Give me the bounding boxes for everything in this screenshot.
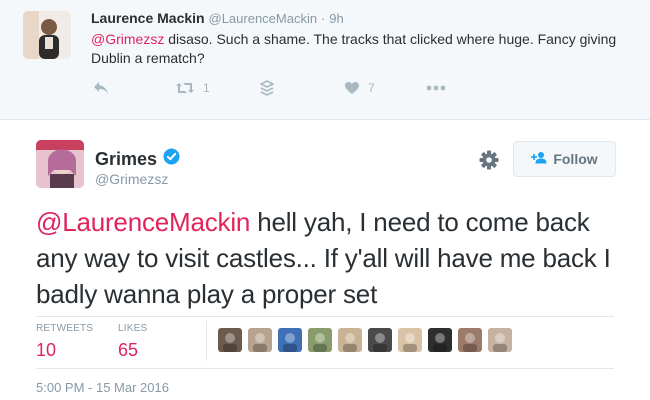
tweet-text: @LaurenceMackin hell yah, I need to come… bbox=[36, 204, 626, 312]
likes-value: 65 bbox=[118, 340, 139, 360]
liker-avatar[interactable] bbox=[278, 328, 302, 352]
liker-avatar[interactable] bbox=[248, 328, 272, 352]
liker-avatar[interactable] bbox=[488, 328, 512, 352]
parent-tweet: Laurence Mackin @LaurenceMackin · 9h @Gr… bbox=[0, 0, 650, 120]
liker-avatar[interactable] bbox=[338, 328, 362, 352]
like-count: 7 bbox=[368, 81, 375, 95]
parent-tweet-text: @Grimezsz disaso. Such a shame. The trac… bbox=[91, 30, 621, 68]
divider bbox=[36, 368, 614, 369]
stats-divider bbox=[206, 321, 207, 361]
divider bbox=[36, 316, 614, 317]
parent-author-name[interactable]: Laurence Mackin bbox=[91, 10, 205, 26]
add-user-icon bbox=[531, 151, 547, 167]
like-button[interactable]: 7 bbox=[344, 77, 375, 99]
liker-avatar[interactable] bbox=[458, 328, 482, 352]
retweet-count: 1 bbox=[203, 81, 210, 95]
author-name-text: Grimes bbox=[95, 148, 158, 169]
likers-avatars bbox=[218, 328, 518, 354]
parent-actions: 1 7 bbox=[91, 77, 451, 99]
more-button[interactable] bbox=[426, 77, 446, 99]
retweets-value: 10 bbox=[36, 340, 57, 360]
likes-stat[interactable]: LIKES 65 bbox=[118, 323, 147, 361]
liker-avatar[interactable] bbox=[368, 328, 392, 352]
verified-badge-icon bbox=[163, 148, 180, 170]
liker-avatar[interactable] bbox=[308, 328, 332, 352]
liker-avatar[interactable] bbox=[398, 328, 422, 352]
more-icon bbox=[426, 85, 446, 91]
retweets-stat[interactable]: RETWEETS 10 bbox=[36, 323, 93, 361]
reply-icon bbox=[93, 81, 109, 95]
parent-mention-link[interactable]: @Grimezsz bbox=[91, 31, 164, 47]
retweet-icon bbox=[175, 81, 195, 95]
liker-avatar[interactable] bbox=[218, 328, 242, 352]
parent-timestamp[interactable]: 9h bbox=[329, 11, 343, 26]
author-handle[interactable]: @Grimezsz bbox=[95, 171, 168, 187]
follow-button-label: Follow bbox=[553, 151, 598, 167]
retweet-button[interactable]: 1 bbox=[175, 77, 210, 99]
parent-header: Laurence Mackin @LaurenceMackin · 9h bbox=[91, 9, 344, 28]
author-name[interactable]: Grimes bbox=[95, 148, 180, 170]
heart-icon bbox=[344, 81, 360, 95]
liker-avatar[interactable] bbox=[428, 328, 452, 352]
parent-separator: · bbox=[320, 11, 326, 26]
stack-button[interactable] bbox=[260, 77, 274, 99]
reply-button[interactable] bbox=[93, 77, 109, 99]
parent-author-handle[interactable]: @LaurenceMackin bbox=[209, 11, 318, 26]
parent-text-body: disaso. Such a shame. The tracks that cl… bbox=[91, 31, 617, 66]
stack-icon bbox=[260, 80, 274, 96]
tweet-timestamp[interactable]: 5:00 PM - 15 Mar 2016 bbox=[36, 380, 169, 395]
gear-icon[interactable] bbox=[479, 150, 499, 170]
main-avatar[interactable] bbox=[36, 140, 84, 188]
likes-label: LIKES bbox=[118, 323, 148, 334]
retweets-label: RETWEETS bbox=[36, 323, 94, 334]
follow-button[interactable]: Follow bbox=[513, 141, 616, 177]
mention-link[interactable]: @LaurenceMackin bbox=[36, 207, 250, 237]
parent-avatar[interactable] bbox=[23, 11, 71, 59]
